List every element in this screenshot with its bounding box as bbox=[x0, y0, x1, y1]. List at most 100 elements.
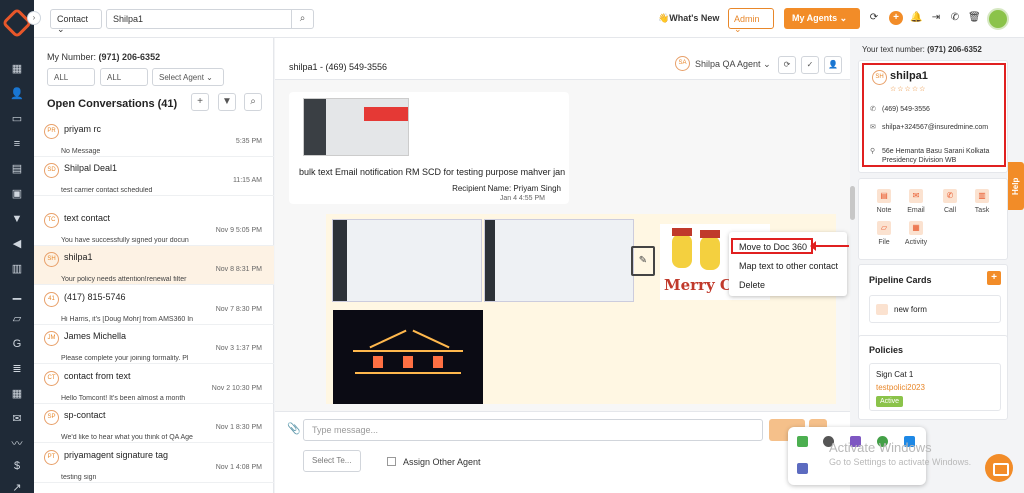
new-conversation-button[interactable]: + bbox=[191, 93, 209, 111]
document-icon[interactable]: ▤ bbox=[10, 163, 24, 175]
xmas-text: Merry C bbox=[664, 276, 732, 294]
conversation-item[interactable]: TC text contact Nov 9 5:05 PM You have s… bbox=[34, 207, 274, 246]
trash-icon[interactable]: 🗑 bbox=[968, 12, 981, 24]
contact-type-select[interactable]: Contact ⌄ bbox=[50, 9, 102, 34]
signature-icon[interactable]: 〰 bbox=[10, 438, 24, 450]
check-icon[interactable]: ✓ bbox=[801, 56, 819, 74]
trend-icon[interactable]: ↗ bbox=[10, 482, 24, 493]
conversation-item[interactable]: PR priyam rc 5:35 PM No Message bbox=[34, 118, 274, 157]
file-action[interactable]: ▱ File bbox=[867, 221, 901, 246]
screenshot-image[interactable] bbox=[332, 219, 482, 302]
policy-item[interactable]: Sign Cat 1 testpolici2023 Active bbox=[869, 363, 1001, 411]
move-to-doc360-item[interactable]: Move to Doc 360 bbox=[739, 242, 807, 252]
conversation-name: contact from text bbox=[64, 371, 131, 381]
list-icon-2[interactable]: ≣ bbox=[10, 363, 24, 375]
attachment-clip-icon[interactable]: 📎 bbox=[287, 422, 301, 435]
conversation-item[interactable]: JM James Michella Nov 3 1:37 PM Please c… bbox=[34, 325, 274, 364]
search-input[interactable]: Shilpa1 bbox=[106, 9, 292, 29]
phone-icon[interactable]: ✆ bbox=[949, 12, 961, 24]
task-action[interactable]: ▥ Task bbox=[965, 189, 999, 214]
avatar: 41 bbox=[44, 292, 59, 307]
bell-icon[interactable]: 🔔 bbox=[910, 12, 922, 24]
conversation-preview: No Message bbox=[61, 148, 101, 155]
message-text: bulk text Email notification RM SCD for … bbox=[299, 167, 566, 177]
logout-icon[interactable]: ⇥ bbox=[930, 12, 942, 24]
dollar-icon[interactable]: $ bbox=[10, 460, 24, 472]
christmas-house-image[interactable] bbox=[333, 310, 483, 404]
contacts-icon[interactable]: 👤 bbox=[10, 88, 24, 100]
chat-scrollbar[interactable] bbox=[850, 186, 855, 220]
note-action[interactable]: ▤ Note bbox=[867, 189, 901, 214]
megaphone-icon[interactable]: ◀ bbox=[10, 238, 24, 250]
avatar: SH bbox=[872, 70, 887, 85]
refresh-icon[interactable]: ⟳ bbox=[868, 12, 880, 24]
list-icon[interactable]: ≡ bbox=[10, 138, 24, 150]
refresh-icon[interactable]: ⟳ bbox=[778, 56, 796, 74]
collapse-chevron-icon[interactable]: › bbox=[27, 11, 41, 25]
assign-other-agent-label: Assign Other Agent bbox=[403, 457, 481, 467]
actions-card: ▤ Note ✉ Email ✆ Call ▥ Task ▱ File ▦ Activity bbox=[858, 178, 1008, 260]
message-composer: 📎 Type message... Select Te... Assign Ot… bbox=[275, 411, 850, 493]
calculator-icon[interactable]: ▥ bbox=[10, 263, 24, 275]
chat-support-icon[interactable] bbox=[985, 454, 1013, 482]
user-avatar[interactable] bbox=[987, 8, 1009, 30]
profile-card-icon[interactable]: ▣ bbox=[10, 188, 24, 200]
mail-icon[interactable]: ✉ bbox=[10, 413, 24, 425]
call-action[interactable]: ✆ Call bbox=[933, 189, 967, 214]
conversation-name: sp-contact bbox=[64, 410, 106, 420]
filter-select-1[interactable]: ALL bbox=[47, 68, 95, 86]
conversation-item[interactable]: SD Shilpal Deal1 11:15 AM test carrier c… bbox=[34, 157, 274, 196]
whats-new-link[interactable]: 👋What's New bbox=[658, 13, 719, 24]
conversation-item[interactable]: CT contact from text Nov 2 10:30 PM Hell… bbox=[34, 365, 274, 404]
contact-email[interactable]: shilpa+324567@insuredmine.com bbox=[882, 123, 1000, 132]
select-agent-dropdown[interactable]: Select Agent ⌄ bbox=[152, 68, 224, 86]
text-number: Your text number: (971) 206-6352 bbox=[862, 45, 982, 54]
pdf-file-icon[interactable]: ✎ bbox=[631, 246, 655, 276]
add-icon[interactable]: + bbox=[889, 11, 903, 25]
map-text-item[interactable]: Map text to other contact bbox=[739, 261, 838, 271]
delete-item[interactable]: Delete bbox=[739, 280, 765, 290]
teams-icon[interactable] bbox=[797, 463, 808, 474]
select-template-dropdown[interactable]: Select Te... bbox=[303, 450, 361, 472]
conversation-preview: We'd like to hear what you think of QA A… bbox=[61, 434, 193, 441]
policy-link[interactable]: testpolici2023 bbox=[876, 383, 925, 392]
activate-windows-title: Activate Windows bbox=[829, 440, 932, 455]
note-icon: ▤ bbox=[877, 189, 891, 203]
my-agents-button[interactable]: My Agents ⌄ bbox=[784, 8, 860, 29]
bar-chart-icon[interactable]: ▁ bbox=[10, 288, 24, 300]
dashboard-icon[interactable]: ▦ bbox=[10, 63, 24, 75]
avatar: SP bbox=[44, 410, 59, 425]
assign-other-agent-checkbox[interactable] bbox=[387, 457, 396, 466]
filter-select-2[interactable]: ALL bbox=[100, 68, 148, 86]
screenshot-image[interactable] bbox=[303, 98, 409, 156]
folder-icon[interactable]: ▱ bbox=[10, 313, 24, 325]
contact-phone[interactable]: (469) 549-3556 bbox=[882, 105, 1000, 114]
filter-icon[interactable]: ▼ bbox=[10, 213, 24, 225]
app-logo-icon[interactable] bbox=[1, 7, 33, 39]
calendar-icon[interactable]: ▦ bbox=[10, 388, 24, 400]
search-icon[interactable]: ⌕ bbox=[244, 93, 262, 111]
rating-stars-icon[interactable]: ☆☆☆☆☆ bbox=[890, 85, 926, 93]
admin-dropdown[interactable]: Admin ⌄ bbox=[728, 8, 774, 34]
add-pipeline-button[interactable]: + bbox=[987, 271, 1001, 285]
filter-icon[interactable]: ▼ bbox=[218, 93, 236, 111]
conversation-item-active[interactable]: SH shilpa1 Nov 8 8:31 PM Your policy nee… bbox=[34, 246, 274, 285]
google-icon[interactable]: G bbox=[10, 338, 24, 350]
activity-action[interactable]: ▦ Activity bbox=[899, 221, 933, 246]
chat-icon[interactable]: ▭ bbox=[10, 113, 24, 125]
agent-dropdown[interactable]: Shilpa QA Agent ⌄ bbox=[695, 59, 771, 70]
contact-name: shilpa1 bbox=[890, 70, 928, 82]
message-input[interactable]: Type message... bbox=[303, 419, 763, 441]
pipeline-item[interactable]: new form bbox=[869, 295, 1001, 323]
user-icon[interactable]: 👤 bbox=[824, 56, 842, 74]
conversation-item[interactable]: PT priyamagent signature tag Nov 1 4:08 … bbox=[34, 444, 274, 483]
email-action[interactable]: ✉ Email bbox=[899, 189, 933, 214]
conversation-item[interactable]: 41 (417) 815-5746 Nov 7 8:30 PM Hi Harri… bbox=[34, 286, 274, 325]
screenshot-image[interactable] bbox=[484, 219, 634, 302]
conversation-item[interactable]: SP sp-contact Nov 1 8:30 PM We'd like to… bbox=[34, 404, 274, 443]
check-shield-icon[interactable] bbox=[797, 436, 808, 447]
search-icon[interactable]: ⌕ bbox=[292, 9, 314, 29]
chat-header: shilpa1 - (469) 549-3556 SA Shilpa QA Ag… bbox=[275, 38, 850, 80]
activity-icon: ▦ bbox=[909, 221, 923, 235]
help-tab[interactable]: Help bbox=[1008, 162, 1024, 210]
